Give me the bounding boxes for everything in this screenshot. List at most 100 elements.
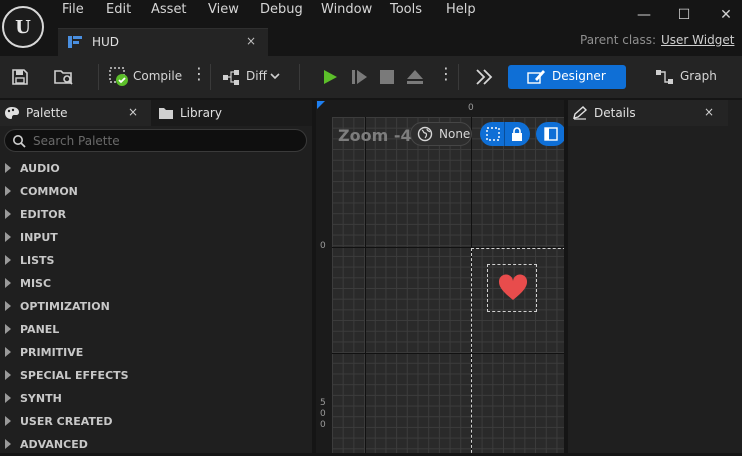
layout-toggle[interactable]: [536, 122, 564, 146]
expand-arrow-icon: [5, 232, 11, 242]
document-tab-label: HUD: [92, 35, 120, 49]
expand-arrow-icon: [5, 301, 11, 311]
menu-file[interactable]: File: [62, 2, 84, 17]
globe-icon: [417, 126, 433, 142]
ruler-top: 0: [316, 100, 564, 117]
selection-lock-toggle[interactable]: [480, 122, 530, 146]
palette-category-panel[interactable]: PANEL: [0, 318, 312, 341]
ruler-left-label: 0: [320, 420, 326, 430]
palette-category-lists[interactable]: LISTS: [0, 249, 312, 272]
dpi-scale-label: None: [439, 127, 471, 141]
palette-category-primitive[interactable]: PRIMITIVE: [0, 341, 312, 364]
toolbar-separator: [98, 64, 99, 90]
parent-class-link[interactable]: User Widget: [661, 33, 734, 47]
designer-label: Designer: [552, 69, 606, 83]
document-tab-hud[interactable]: HUD ×: [58, 28, 268, 56]
selected-widget-outline[interactable]: [487, 264, 537, 312]
palette-tab-label: Palette: [26, 106, 68, 120]
menu-window[interactable]: Window: [321, 2, 372, 17]
palette-category-audio[interactable]: AUDIO: [0, 157, 312, 180]
palette-category-optimization[interactable]: OPTIMIZATION: [0, 295, 312, 318]
play-button[interactable]: [318, 65, 342, 89]
toolbar-separator: [458, 64, 459, 90]
compile-label[interactable]: Compile: [133, 69, 182, 83]
palette-category-common[interactable]: COMMON: [0, 180, 312, 203]
expand-arrow-icon: [5, 370, 11, 380]
menu-help[interactable]: Help: [446, 2, 476, 17]
palette-category-synth[interactable]: SYNTH: [0, 387, 312, 410]
advance-frame-icon: [352, 70, 367, 84]
ruler-left: 0 5 0 0: [316, 100, 332, 453]
tab-library[interactable]: [151, 100, 312, 126]
expand-arrow-icon: [5, 255, 11, 265]
stop-button[interactable]: [375, 65, 399, 89]
expand-arrow-icon: [5, 393, 11, 403]
compile-check-icon: [109, 67, 128, 86]
menu-debug[interactable]: Debug: [260, 2, 303, 17]
palette-category-misc[interactable]: MISC: [0, 272, 312, 295]
designer-mode-button[interactable]: Designer: [508, 65, 626, 89]
document-tab-close-icon[interactable]: ×: [246, 34, 256, 48]
menu-edit[interactable]: Edit: [106, 2, 131, 17]
browse-button[interactable]: [52, 65, 76, 89]
ruler-corner-marker: [317, 101, 325, 109]
menu-asset[interactable]: Asset: [151, 2, 187, 17]
graph-icon[interactable]: [654, 67, 676, 87]
save-icon: [12, 69, 28, 85]
menu-tools[interactable]: Tools: [390, 2, 422, 17]
double-chevron-right-icon[interactable]: [474, 68, 494, 86]
minimize-button[interactable]: —: [630, 4, 658, 26]
expand-arrow-icon: [5, 209, 11, 219]
palette-category-editor[interactable]: EDITOR: [0, 203, 312, 226]
diff-icon: [223, 70, 239, 85]
details-panel: [568, 100, 742, 453]
layout-panel-icon: [544, 127, 558, 141]
details-tab-close-icon[interactable]: ×: [704, 105, 714, 119]
designer-viewport[interactable]: 0 0 5 0 0 Zoom -4 None: [316, 100, 564, 453]
expand-arrow-icon: [5, 278, 11, 288]
zoom-level-label: Zoom -4: [338, 126, 412, 145]
grid-major-line: [365, 117, 366, 453]
palette-tab-close-icon[interactable]: ×: [128, 105, 138, 119]
folder-search-icon: [54, 70, 73, 85]
folder-icon: [159, 108, 173, 119]
palette-category-input[interactable]: INPUT: [0, 226, 312, 249]
palette-icon: [5, 107, 19, 119]
search-palette-input[interactable]: [31, 132, 291, 149]
search-palette-field[interactable]: [4, 129, 307, 152]
close-window-button[interactable]: ✕: [712, 4, 740, 26]
ruler-top-label: 0: [468, 103, 474, 113]
save-button[interactable]: [8, 65, 32, 89]
unreal-logo-icon[interactable]: U: [2, 6, 44, 48]
library-tab-label: Library: [180, 106, 222, 120]
palette-category-special-effects[interactable]: SPECIAL EFFECTS: [0, 364, 312, 387]
heart-icon[interactable]: [498, 274, 528, 302]
widget-blueprint-icon: [68, 36, 82, 48]
ruler-left-label: 5: [320, 398, 326, 408]
palette-category-user-created[interactable]: USER CREATED: [0, 410, 312, 433]
step-button[interactable]: [347, 65, 371, 89]
eject-button[interactable]: [403, 65, 427, 89]
compile-button[interactable]: [107, 65, 131, 89]
diff-label[interactable]: Diff: [246, 69, 267, 83]
diff-button[interactable]: [220, 65, 244, 89]
expand-arrow-icon: [5, 186, 11, 196]
chevron-down-icon[interactable]: [270, 72, 280, 80]
play-options-icon[interactable]: ⋮: [438, 66, 454, 82]
expand-arrow-icon: [5, 439, 11, 449]
pencil-icon: [573, 106, 588, 120]
toolbar-separator: [210, 64, 211, 90]
lock-icon: [512, 127, 522, 141]
dpi-scale-button[interactable]: None: [410, 122, 472, 146]
expand-arrow-icon: [5, 163, 11, 173]
maximize-button[interactable]: ☐: [670, 4, 698, 26]
expand-arrow-icon: [5, 416, 11, 426]
menu-view[interactable]: View: [208, 2, 239, 17]
eject-icon: [407, 70, 423, 84]
designer-brush-icon: [527, 70, 545, 84]
ruler-left-label: 0: [320, 409, 326, 419]
marquee-select-icon: [486, 127, 500, 141]
graph-mode-button[interactable]: Graph: [680, 69, 717, 83]
compile-options-icon[interactable]: ⋮: [191, 66, 207, 82]
ruler-left-label: 0: [320, 241, 326, 251]
